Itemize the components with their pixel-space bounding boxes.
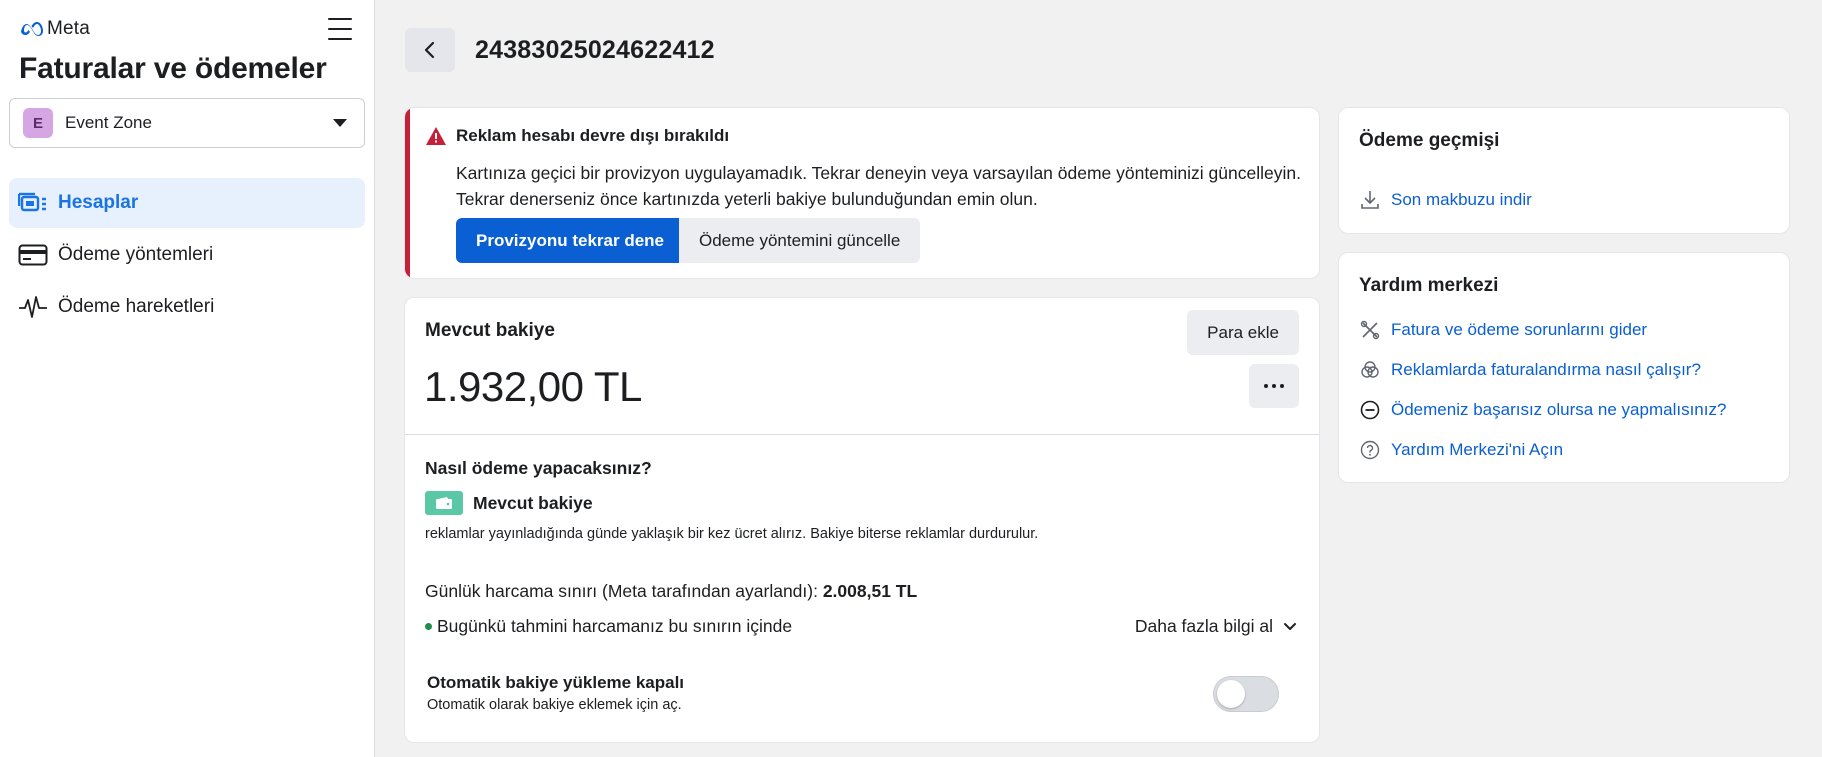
help-link-label: Fatura ve ödeme sorunlarını gider xyxy=(1391,320,1648,339)
help-link-label: Ödemeniz başarısız olursa ne yapmalısını… xyxy=(1391,400,1727,419)
download-receipt-label: Son makbuzu indir xyxy=(1391,190,1532,209)
payment-history-card: Ödeme geçmişi Son makbuzu indir xyxy=(1338,107,1790,234)
update-payment-method-button[interactable]: Ödeme yöntemini güncelle xyxy=(679,218,921,263)
help-center-title: Yardım merkezi xyxy=(1359,275,1499,296)
meta-brand[interactable]: Meta xyxy=(19,18,90,40)
auto-reload-toggle[interactable] xyxy=(1213,676,1279,712)
download-icon xyxy=(1359,189,1381,211)
disabled-alert-card: Reklam hesabı devre dışı bırakıldı Kartı… xyxy=(404,107,1320,279)
retry-authorization-button[interactable]: Provizyonu tekrar dene xyxy=(456,218,685,263)
sidebar-item-label: Ödeme hareketleri xyxy=(58,296,215,317)
accounts-icon xyxy=(18,189,50,217)
menu-icon[interactable] xyxy=(328,18,352,40)
download-receipt-link[interactable]: Son makbuzu indir xyxy=(1359,189,1532,211)
balance-card: Mevcut bakiye Para ekle 1.932,00 TL Nası… xyxy=(404,297,1320,743)
help-link-billing[interactable]: Reklamlarda faturalandırma nasıl çalışır… xyxy=(1359,359,1701,381)
account-name: Event Zone xyxy=(65,113,152,132)
alert-body: Kartınıza geçici bir provizyon uygulayam… xyxy=(456,163,1301,209)
account-selector[interactable]: E Event Zone xyxy=(9,98,365,148)
add-funds-button[interactable]: Para ekle xyxy=(1187,310,1299,355)
daily-limit-label: Günlük harcama sınırı (Meta tarafından a… xyxy=(425,581,823,601)
back-button[interactable] xyxy=(405,28,455,72)
auto-reload-title: Otomatik bakiye yükleme kapalı xyxy=(427,673,685,692)
alert-bar xyxy=(405,108,410,278)
help-link-troubleshoot[interactable]: Fatura ve ödeme sorunlarını gider xyxy=(1359,319,1647,341)
sidebar-item-accounts[interactable]: Hesaplar xyxy=(9,178,365,228)
wallet-icon xyxy=(425,491,463,515)
status-dot-icon xyxy=(425,623,432,630)
help-link-open-help-center[interactable]: Yardım Merkezi'ni Açın xyxy=(1359,439,1563,461)
more-info-label: Daha fazla bilgi al xyxy=(1134,616,1273,636)
spend-status-text: Bugünkü tahmini harcamanız bu sınırın iç… xyxy=(437,616,793,636)
divider xyxy=(405,434,1319,435)
payment-history-title: Ödeme geçmişi xyxy=(1359,130,1500,151)
balance-amount: 1.932,00 TL xyxy=(424,363,642,410)
help-link-label: Reklamlarda faturalandırma nasıl çalışır… xyxy=(1391,360,1701,379)
chevron-down-icon xyxy=(1284,622,1296,630)
meta-brand-text: Meta xyxy=(47,18,91,39)
payment-method-row: Mevcut bakiye xyxy=(425,491,593,515)
spend-status: Bugünkü tahmini harcamanız bu sınırın iç… xyxy=(425,616,792,637)
minus-circle-icon xyxy=(1359,399,1381,421)
sidebar-item-payment-methods[interactable]: Ödeme yöntemleri xyxy=(9,230,365,280)
payment-method-label: Mevcut bakiye xyxy=(473,492,593,513)
how-to-pay-title: Nasıl ödeme yapacaksınız? xyxy=(425,458,652,478)
activity-icon xyxy=(18,293,50,321)
question-circle-icon xyxy=(1359,439,1381,461)
help-link-payment-failed[interactable]: Ödemeniz başarısız olursa ne yapmalısını… xyxy=(1359,399,1726,421)
alert-title: Reklam hesabı devre dışı bırakıldı xyxy=(456,126,730,145)
sidebar-item-payment-activity[interactable]: Ödeme hareketleri xyxy=(9,282,365,332)
sidebar-item-label: Ödeme yöntemleri xyxy=(58,244,214,265)
help-center-card: Yardım merkezi Fatura ve ödeme sorunları… xyxy=(1338,252,1790,483)
daily-limit-value: 2.008,51 TL xyxy=(822,581,918,601)
circles-icon xyxy=(1359,359,1381,381)
chevron-left-icon xyxy=(424,41,435,59)
account-avatar: E xyxy=(23,108,53,138)
account-id: 2438302502462241​2 xyxy=(475,36,715,64)
balance-title: Mevcut bakiye xyxy=(425,320,555,341)
daily-limit: Günlük harcama sınırı (Meta tarafından a… xyxy=(425,581,917,602)
auto-reload-subtitle: Otomatik olarak bakiye eklemek için aç. xyxy=(427,697,682,713)
warning-icon xyxy=(425,126,447,151)
caret-down-icon xyxy=(333,119,347,127)
page-title: Faturalar ve ödemeler xyxy=(19,52,327,85)
toggle-knob xyxy=(1217,680,1245,708)
more-options-button[interactable] xyxy=(1249,364,1299,408)
sidebar-item-label: Hesaplar xyxy=(58,192,139,213)
more-info-toggle[interactable]: Daha fazla bilgi al xyxy=(1135,616,1297,637)
meta-logo-icon xyxy=(19,22,43,36)
sidebar: Meta Faturalar ve ödemeler E Event Zone … xyxy=(0,0,375,757)
tools-icon xyxy=(1359,319,1381,341)
credit-card-icon xyxy=(18,241,50,269)
payment-method-description: reklamlar yayınladığında günde yaklaşık … xyxy=(425,526,1039,542)
help-link-label: Yardım Merkezi'ni Açın xyxy=(1391,440,1564,459)
